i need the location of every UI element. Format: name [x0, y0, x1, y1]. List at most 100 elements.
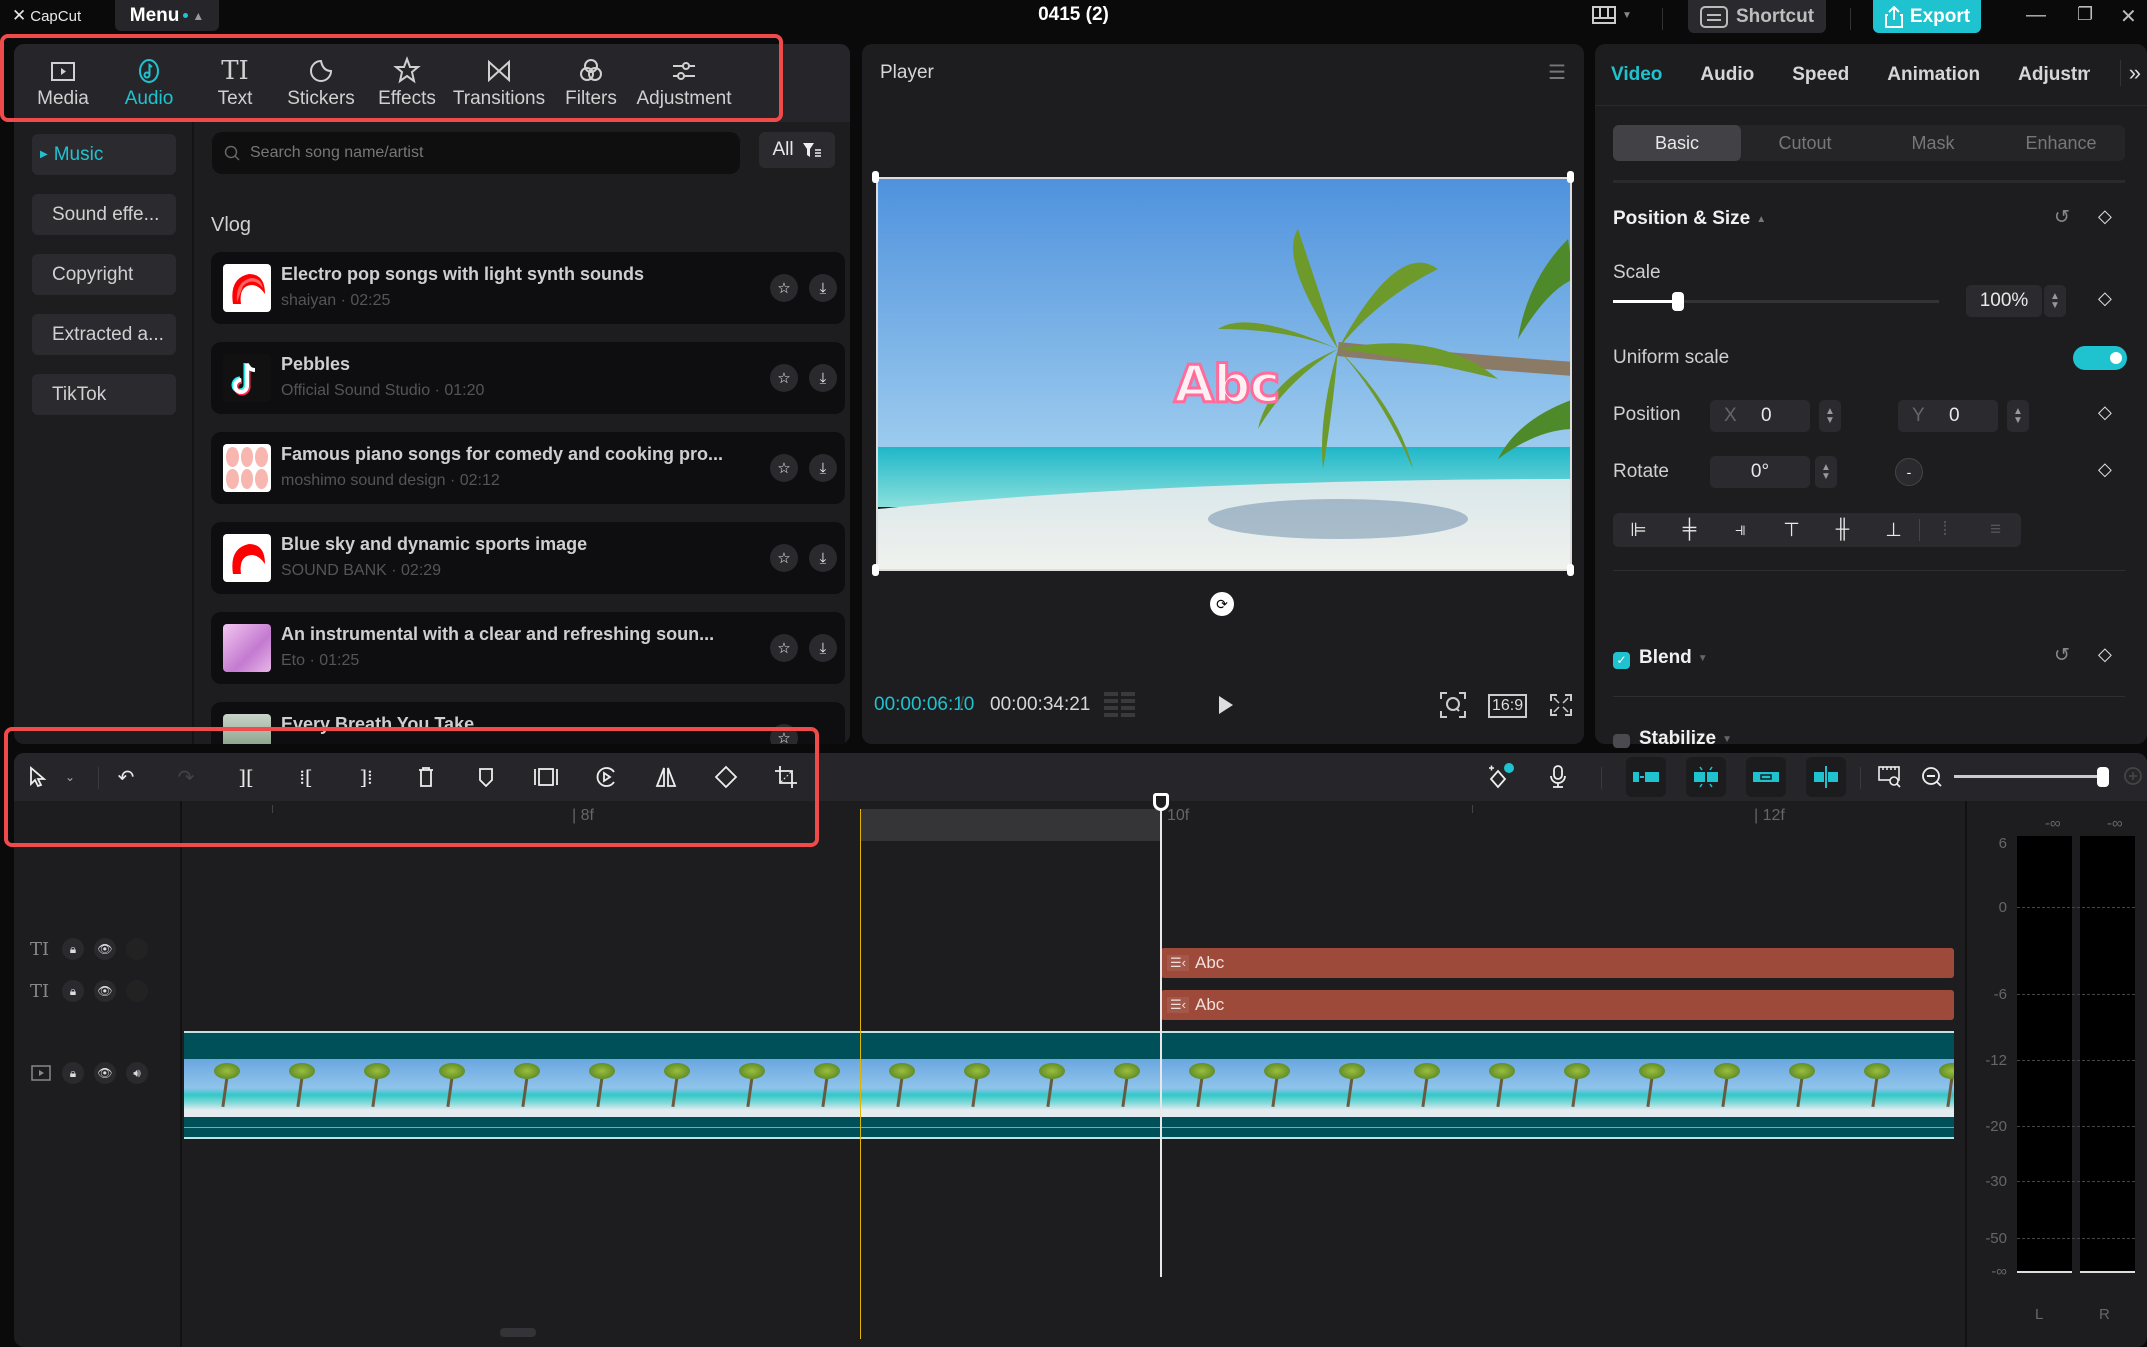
export-button[interactable]: Export [1873, 0, 1981, 33]
download-icon[interactable]: ⤓ [809, 364, 837, 392]
category-sound-effects[interactable]: Sound effe... [32, 194, 176, 235]
video-preview[interactable]: Abc [876, 177, 1572, 571]
song-item[interactable]: Blue sky and dynamic sports image SOUND … [211, 522, 845, 594]
minimize-button[interactable]: — [2026, 4, 2046, 27]
download-icon[interactable]: ⤓ [809, 544, 837, 572]
keyframe-diamond-icon[interactable]: ◇ [2098, 644, 2112, 665]
tab-audio[interactable]: Audio [106, 44, 192, 122]
keyframe-diamond-icon[interactable]: ◇ [2098, 288, 2112, 309]
mirror-icon[interactable] [652, 763, 680, 791]
zoom-fit-icon[interactable] [1440, 692, 1466, 718]
tab-speed[interactable]: Speed [1792, 64, 1849, 86]
shortcut-button[interactable]: Shortcut [1688, 0, 1826, 33]
rotate-dial[interactable]: - [1895, 458, 1923, 486]
tab-effects[interactable]: Effects [364, 44, 450, 122]
subtab-mask[interactable]: Mask [1869, 125, 1997, 161]
select-tool-icon[interactable] [24, 763, 52, 791]
rotate-clip-icon[interactable] [712, 763, 740, 791]
favorite-star-icon[interactable]: ☆ [770, 724, 798, 744]
blend-header[interactable]: Blend ▼ [1639, 647, 1708, 669]
position-size-header[interactable]: Position & Size ▲ [1613, 208, 1766, 230]
rotate-handle-icon[interactable]: ⟳ [1210, 592, 1234, 616]
main-track-magnet-button[interactable] [1626, 757, 1666, 797]
favorite-star-icon[interactable]: ☆ [770, 634, 798, 662]
split-icon[interactable]: ][ [232, 763, 260, 791]
split-left-icon[interactable]: ⁞[ [292, 763, 320, 791]
zoom-in-icon[interactable] [2120, 763, 2147, 791]
restore-button[interactable]: ❐ [2077, 4, 2093, 25]
align-center-v-icon[interactable]: ╫ [1817, 519, 1868, 541]
resize-handle[interactable] [1567, 171, 1574, 183]
resize-handle[interactable] [872, 171, 879, 183]
freeze-frame-icon[interactable] [532, 763, 560, 791]
close-button[interactable]: ✕ [2120, 4, 2137, 29]
category-music[interactable]: ▶ Music [32, 134, 176, 175]
reverse-icon[interactable] [592, 763, 620, 791]
zoom-to-fit-icon[interactable] [1876, 763, 1904, 791]
reset-icon[interactable]: ↺ [2054, 206, 2070, 229]
stabilize-header[interactable]: Stabilize ▼ [1639, 728, 1732, 750]
playhead[interactable] [1160, 795, 1162, 1277]
align-right-icon[interactable]: ⫣ [1715, 519, 1766, 541]
position-y-input[interactable]: Y 0 [1898, 400, 1998, 432]
tab-stickers[interactable]: Stickers [278, 44, 364, 122]
eye-icon[interactable]: 👁︎ [94, 980, 116, 1002]
distribute-v-icon[interactable]: ≡ [1970, 519, 2021, 541]
song-item[interactable]: Every Breath You Take ☆ [211, 702, 845, 744]
aspect-ratio-button[interactable]: 16:9 [1488, 694, 1528, 718]
song-item[interactable]: Electro pop songs with light synth sound… [211, 252, 845, 324]
position-y-stepper[interactable]: ▲ ▼ [2007, 400, 2029, 432]
timeline-zoom-slider[interactable] [1954, 775, 2109, 778]
category-tiktok[interactable]: TikTok [32, 374, 176, 415]
align-center-h-icon[interactable]: ╪ [1664, 519, 1715, 541]
keyframe-diamond-icon[interactable]: ◇ [2098, 459, 2112, 480]
resize-handle[interactable] [1567, 564, 1574, 576]
timeline-grid-icon[interactable] [1104, 692, 1138, 718]
favorite-star-icon[interactable]: ☆ [770, 364, 798, 392]
timeline-ruler[interactable]: | 8f 10f | 12f [182, 801, 1962, 841]
position-x-stepper[interactable]: ▲ ▼ [1819, 400, 1841, 432]
subtab-basic[interactable]: Basic [1613, 125, 1741, 161]
tab-audio[interactable]: Audio [1700, 64, 1754, 86]
menu-button[interactable]: Menu ▲ [115, 0, 219, 31]
blend-checkbox[interactable]: ✓ [1613, 652, 1630, 669]
uniform-scale-toggle[interactable] [2073, 346, 2127, 370]
resize-handle[interactable] [872, 564, 879, 576]
eye-icon[interactable]: 👁︎ [94, 938, 116, 960]
tab-filters[interactable]: Filters [548, 44, 634, 122]
text-clip[interactable]: ☰‹ Abc [1161, 990, 1954, 1020]
timeline-zoom-thumb[interactable] [2097, 767, 2109, 787]
reset-icon[interactable]: ↺ [2054, 644, 2070, 667]
volume-icon[interactable]: 🔊︎ [126, 1062, 148, 1084]
microphone-icon[interactable] [1544, 763, 1572, 791]
subtab-cutout[interactable]: Cutout [1741, 125, 1869, 161]
tab-text[interactable]: TI Text [192, 44, 278, 122]
category-copyright[interactable]: Copyright [32, 254, 176, 295]
subtab-enhance[interactable]: Enhance [1997, 125, 2125, 161]
tab-video[interactable]: Video [1611, 64, 1662, 86]
zoom-out-icon[interactable] [1918, 763, 1946, 791]
delete-icon[interactable] [412, 763, 440, 791]
redo-icon[interactable]: ↷ [172, 763, 200, 791]
rotate-input[interactable]: 0° [1710, 456, 1810, 488]
marker-icon[interactable] [472, 763, 500, 791]
rotate-stepper[interactable]: ▲ ▼ [1815, 456, 1837, 488]
keyframe-diamond-icon[interactable]: ◇ [2098, 206, 2112, 227]
fullscreen-icon[interactable] [1550, 694, 1572, 716]
scale-slider[interactable] [1613, 292, 1939, 311]
tab-transitions[interactable]: Transitions [450, 44, 548, 122]
hamburger-menu-icon[interactable]: ☰ [1548, 60, 1566, 85]
filter-button[interactable]: All [759, 132, 835, 168]
layout-button[interactable]: ▼ [1592, 6, 1632, 24]
timeline-scrollbar[interactable] [500, 1328, 536, 1337]
scale-slider-thumb[interactable] [1672, 292, 1685, 311]
distribute-h-icon[interactable]: ⁞ [1919, 519, 1970, 541]
linkage-button[interactable] [1746, 757, 1786, 797]
undo-icon[interactable]: ↶ [112, 763, 140, 791]
download-icon[interactable]: ⤓ [809, 454, 837, 482]
category-extracted-audio[interactable]: Extracted a... [32, 314, 176, 355]
align-bottom-icon[interactable]: ⊥ [1868, 519, 1919, 542]
keyframe-diamond-icon[interactable]: ◇ [2098, 402, 2112, 423]
eye-icon[interactable]: 👁︎ [94, 1062, 116, 1084]
position-x-input[interactable]: X 0 [1710, 400, 1810, 432]
